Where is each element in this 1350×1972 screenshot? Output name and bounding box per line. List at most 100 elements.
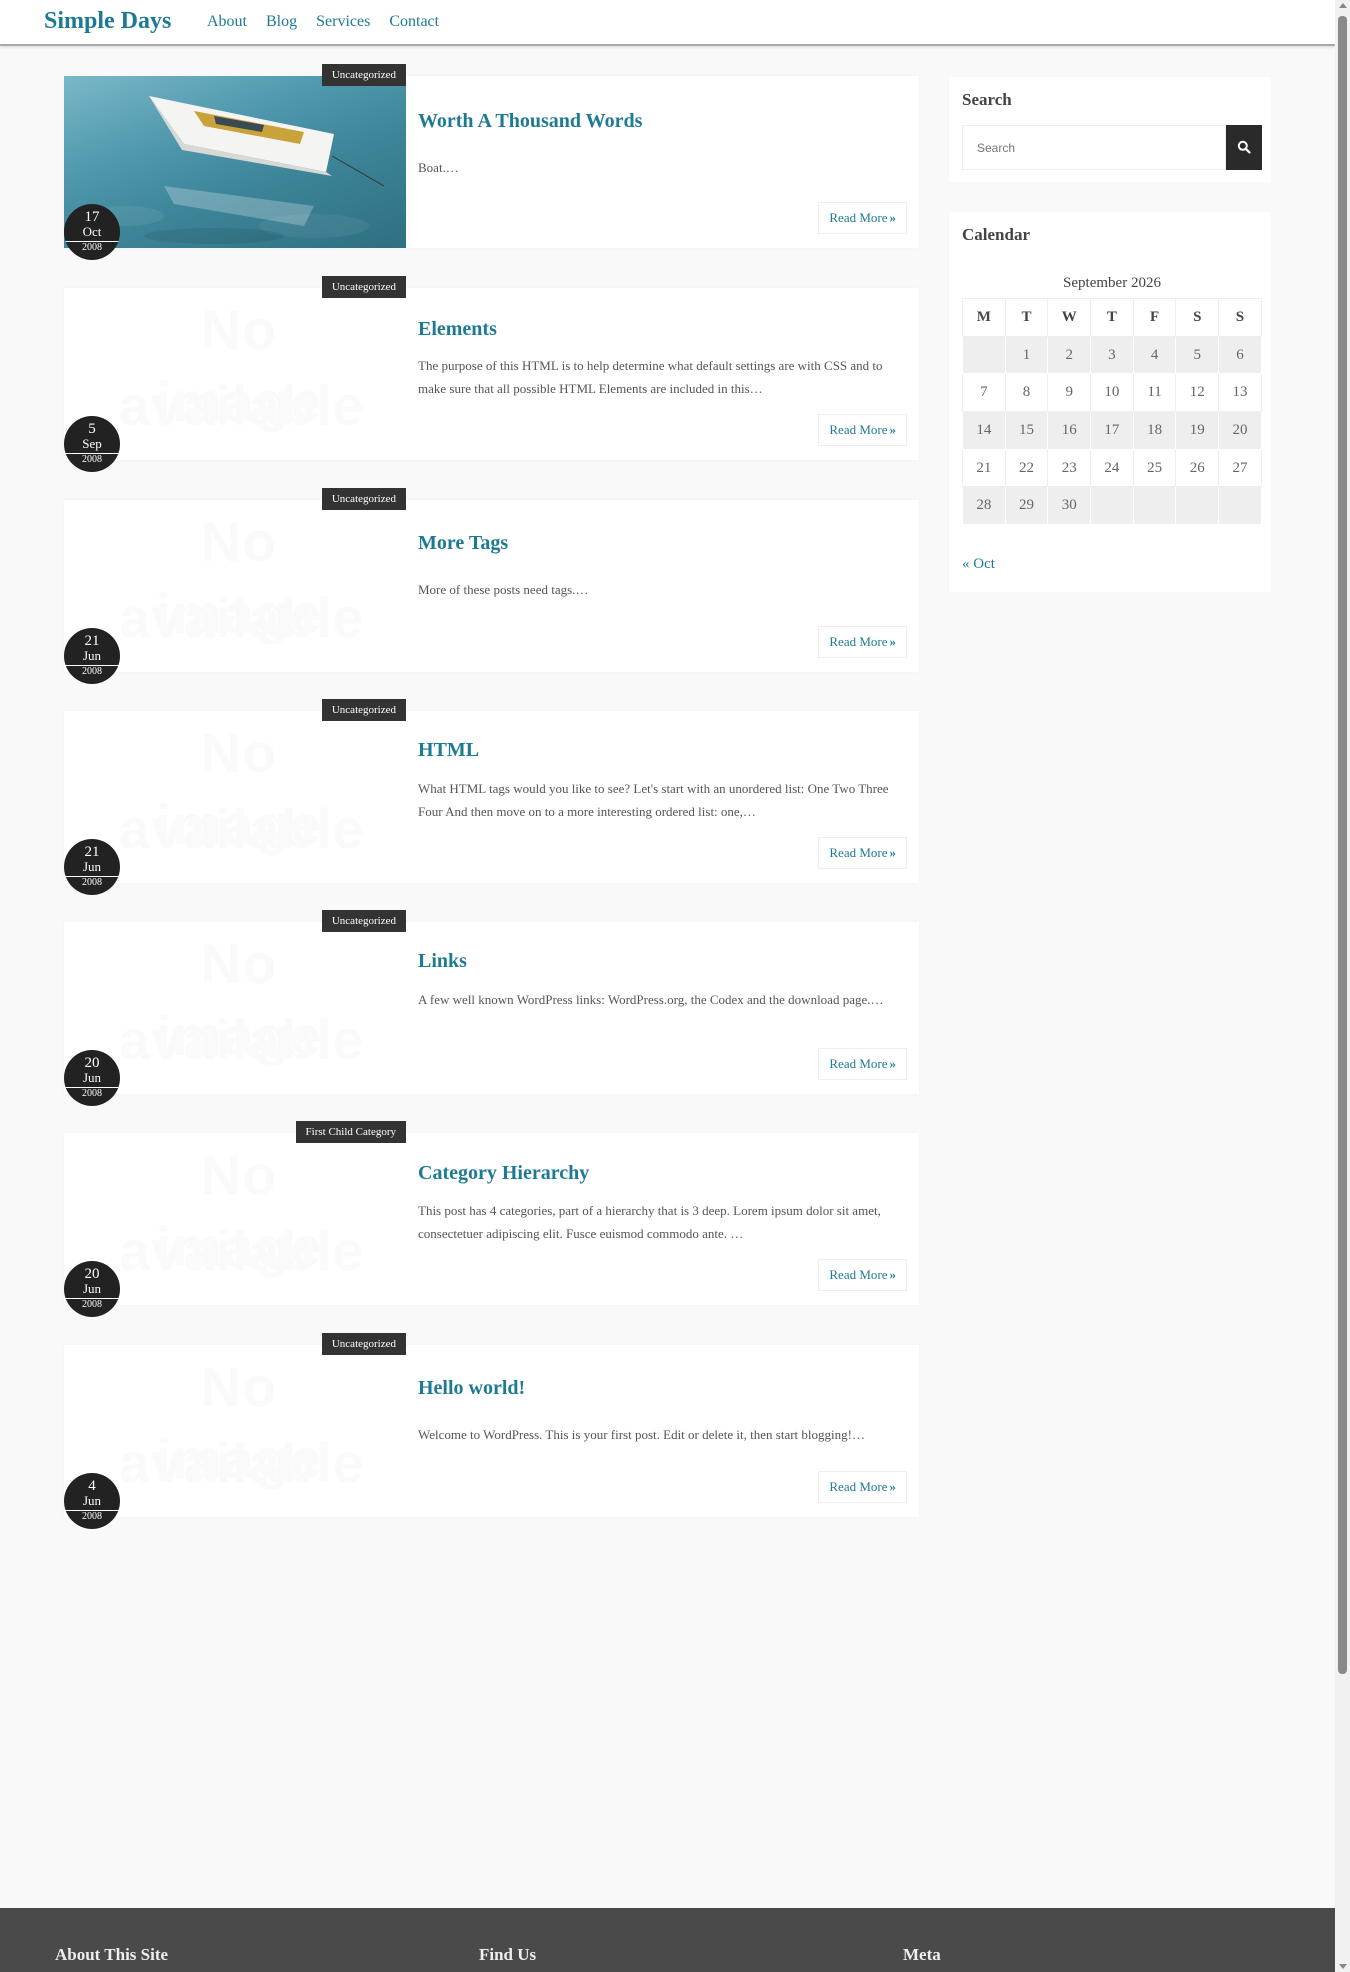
read-more-label: Read More <box>829 634 888 649</box>
date-day: 20 <box>84 1266 100 1282</box>
nav-contact[interactable]: Contact <box>389 13 439 31</box>
calendar-day: 29 <box>1004 486 1049 526</box>
post-title[interactable]: More Tags <box>418 532 508 555</box>
date-badge: 4 Jun 2008 <box>64 1473 120 1529</box>
post-title[interactable]: Worth A Thousand Words <box>418 110 642 133</box>
calendar-widget: Calendar September 2026 M T W T F S S 1 … <box>949 212 1271 592</box>
read-more-button[interactable]: Read More» <box>818 414 907 446</box>
date-badge: 17 Oct 2008 <box>64 204 120 260</box>
calendar-day: 20 <box>1218 411 1262 450</box>
calendar-day: 10 <box>1090 373 1134 413</box>
read-more-button[interactable]: Read More» <box>818 626 907 658</box>
calendar-day: 22 <box>1004 448 1049 488</box>
date-year: 2008 <box>64 1087 120 1100</box>
weekday-header: S <box>1175 298 1220 337</box>
search-button[interactable] <box>1226 125 1262 170</box>
read-more-button[interactable]: Read More» <box>818 837 907 869</box>
date-day: 4 <box>88 1478 96 1494</box>
read-more-button[interactable]: Read More» <box>818 1048 907 1080</box>
post-excerpt: More of these posts need tags.… <box>418 582 589 597</box>
footer-heading-meta: Meta <box>903 1945 941 1964</box>
post-card: No image available First Child Category … <box>64 1121 919 1317</box>
post-title[interactable]: Links <box>418 950 467 973</box>
calendar-prev-month-link[interactable]: « Oct <box>962 556 995 573</box>
no-image-text: available <box>119 797 365 860</box>
date-year: 2008 <box>64 1510 120 1523</box>
date-year: 2008 <box>64 453 120 466</box>
weekday-header: W <box>1047 298 1092 337</box>
read-more-button[interactable]: Read More» <box>818 1259 907 1291</box>
calendar-day: 9 <box>1047 373 1092 413</box>
page-scrollbar[interactable] <box>1335 0 1350 1972</box>
double-chevron-right-icon: » <box>889 422 897 437</box>
no-image-text: available <box>119 1431 365 1494</box>
calendar-day: 25 <box>1132 448 1177 488</box>
date-year: 2008 <box>64 665 120 678</box>
post-card: No image available Uncategorized 21 Jun … <box>64 488 919 684</box>
calendar-week: 1 2 3 4 5 6 <box>962 335 1262 375</box>
read-more-label: Read More <box>829 845 888 860</box>
category-badge[interactable]: Uncategorized <box>321 699 406 721</box>
scroll-down-arrow-icon[interactable] <box>1339 1964 1347 1969</box>
calendar-day: 4 <box>1132 335 1177 375</box>
category-badge[interactable]: Uncategorized <box>321 1333 406 1355</box>
no-image-text: available <box>119 374 365 437</box>
calendar-day: 16 <box>1047 411 1092 450</box>
category-badge[interactable]: First Child Category <box>295 1121 406 1143</box>
scrollbar-thumb[interactable] <box>1338 16 1347 1674</box>
calendar-day: 26 <box>1175 448 1220 488</box>
site-footer: About This Site Find Us Meta <box>0 1908 1335 1972</box>
post-excerpt: What HTML tags would you like to see? Le… <box>418 781 889 819</box>
search-input[interactable] <box>962 125 1226 170</box>
double-chevron-right-icon: » <box>889 1267 897 1282</box>
calendar-day: 21 <box>962 448 1006 488</box>
calendar-week: 28 29 30 <box>962 486 1262 526</box>
date-month: Jun <box>82 1281 102 1296</box>
post-title[interactable]: Hello world! <box>418 1377 525 1400</box>
category-badge[interactable]: Uncategorized <box>321 910 406 932</box>
search-icon <box>1237 140 1251 154</box>
date-month: Jun <box>82 1493 102 1508</box>
post-card: No image available Uncategorized 4 Jun 2… <box>64 1333 919 1529</box>
calendar-day: 6 <box>1218 335 1262 375</box>
read-more-button[interactable]: Read More» <box>818 202 907 234</box>
no-image-text: available <box>119 1008 365 1071</box>
nav-services[interactable]: Services <box>316 13 370 31</box>
read-more-button[interactable]: Read More» <box>818 1471 907 1503</box>
post-card: Uncategorized 17 Oct 2008 Worth A Thousa… <box>64 64 919 260</box>
read-more-label: Read More <box>829 1267 888 1282</box>
post-card: No image available Uncategorized 20 Jun … <box>64 910 919 1106</box>
category-badge[interactable]: Uncategorized <box>321 488 406 510</box>
post-excerpt: Welcome to WordPress. This is your first… <box>418 1427 865 1442</box>
calendar-day: 23 <box>1047 448 1092 488</box>
weekday-header: F <box>1132 298 1177 337</box>
site-title[interactable]: Simple Days <box>44 8 171 35</box>
calendar-week: 21 22 23 24 25 26 27 <box>962 448 1262 488</box>
weekday-header: S <box>1218 298 1262 337</box>
calendar-table: M T W T F S S 1 2 3 4 5 6 7 8 9 10 11 12… <box>962 298 1262 526</box>
calendar-day <box>1090 486 1134 526</box>
weekday-header: T <box>1004 298 1049 337</box>
post-excerpt: Boat.… <box>418 160 459 175</box>
read-more-label: Read More <box>829 422 888 437</box>
category-badge[interactable]: Uncategorized <box>321 64 406 86</box>
nav-blog[interactable]: Blog <box>266 13 297 31</box>
double-chevron-right-icon: » <box>889 845 897 860</box>
double-chevron-right-icon: » <box>889 1479 897 1494</box>
main-nav: About Blog Services Contact <box>207 13 439 31</box>
category-badge[interactable]: Uncategorized <box>321 276 406 298</box>
no-image-text: available <box>119 586 365 649</box>
weekday-header: M <box>962 298 1006 337</box>
calendar-day: 18 <box>1132 411 1177 450</box>
calendar-day <box>1132 486 1177 526</box>
double-chevron-right-icon: » <box>889 210 897 225</box>
read-more-label: Read More <box>829 1056 888 1071</box>
post-title[interactable]: Category Hierarchy <box>418 1162 589 1185</box>
scroll-up-arrow-icon[interactable] <box>1339 3 1347 8</box>
calendar-day: 1 <box>1004 335 1049 375</box>
post-title[interactable]: HTML <box>418 739 479 762</box>
nav-about[interactable]: About <box>207 13 247 31</box>
post-title[interactable]: Elements <box>418 318 497 341</box>
calendar-day <box>1175 486 1220 526</box>
post-excerpt: The purpose of this HTML is to help dete… <box>418 358 883 396</box>
